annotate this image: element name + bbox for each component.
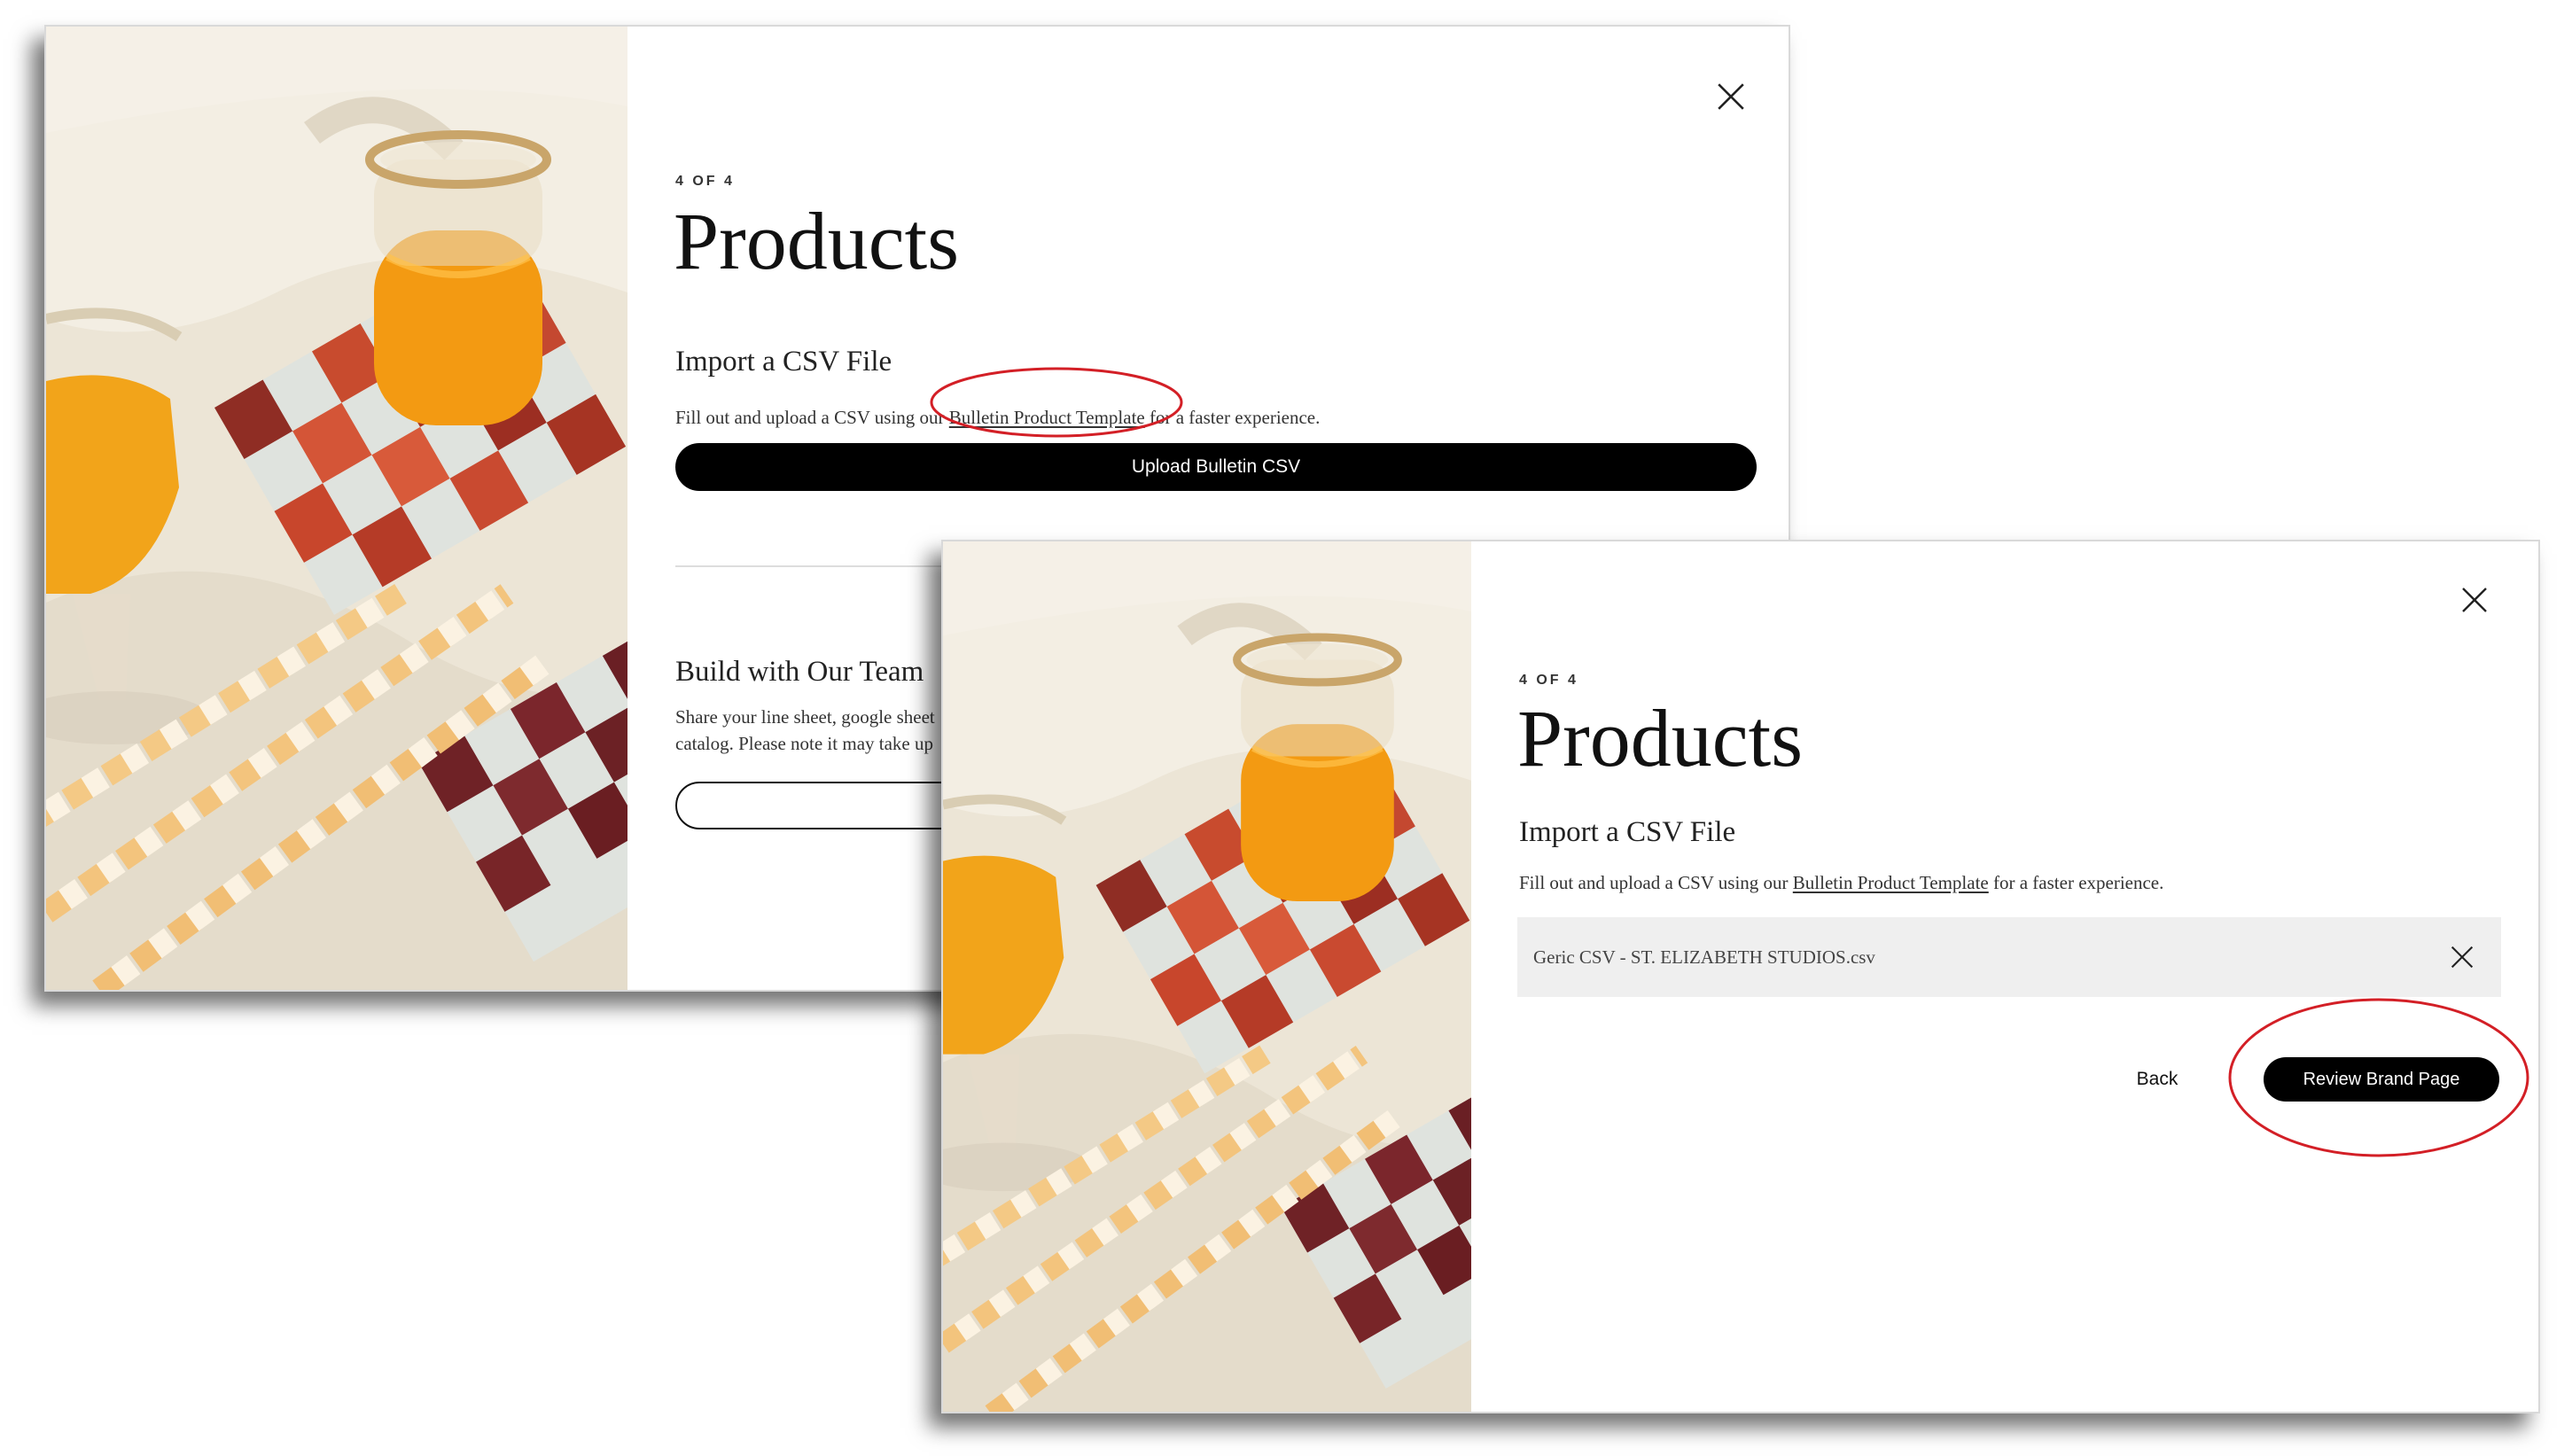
template-link[interactable]: Bulletin Product Template: [1793, 872, 1989, 893]
step-indicator: 4 OF 4: [1519, 673, 1578, 688]
close-icon[interactable]: [1716, 82, 1746, 112]
page-title: Products: [674, 196, 959, 286]
upload-csv-button[interactable]: Upload Bulletin CSV: [675, 443, 1757, 491]
uploaded-file-name: Geric CSV - ST. ELIZABETH STUDIOS.csv: [1533, 946, 1875, 968]
import-csv-heading: Import a CSV File: [675, 346, 892, 378]
back-button[interactable]: Back: [2122, 1060, 2193, 1099]
product-photo: [46, 27, 627, 990]
template-link[interactable]: Bulletin Product Template: [949, 407, 1145, 428]
page-title: Products: [1517, 693, 1803, 783]
import-csv-description: Fill out and upload a CSV using our Bull…: [675, 404, 1320, 431]
products-modal-after: 4 OF 4 Products Import a CSV File Fill o…: [941, 540, 2540, 1413]
import-desc-suffix: for a faster experience.: [1144, 407, 1321, 428]
import-desc-prefix: Fill out and upload a CSV using our: [1519, 872, 1793, 893]
product-photo: [943, 541, 1471, 1412]
import-csv-heading: Import a CSV File: [1519, 816, 1736, 848]
import-csv-description: Fill out and upload a CSV using our Bull…: [1519, 869, 2163, 896]
build-with-team-heading: Build with Our Team: [675, 656, 924, 688]
import-desc-suffix: for a faster experience.: [1988, 872, 2164, 893]
step-indicator: 4 OF 4: [675, 174, 735, 189]
close-icon[interactable]: [2460, 586, 2489, 614]
uploaded-file-row: Geric CSV - ST. ELIZABETH STUDIOS.csv: [1517, 917, 2501, 997]
import-desc-prefix: Fill out and upload a CSV using our: [675, 407, 949, 428]
review-brand-page-button[interactable]: Review Brand Page: [2264, 1057, 2499, 1102]
close-icon[interactable]: [2450, 945, 2475, 969]
